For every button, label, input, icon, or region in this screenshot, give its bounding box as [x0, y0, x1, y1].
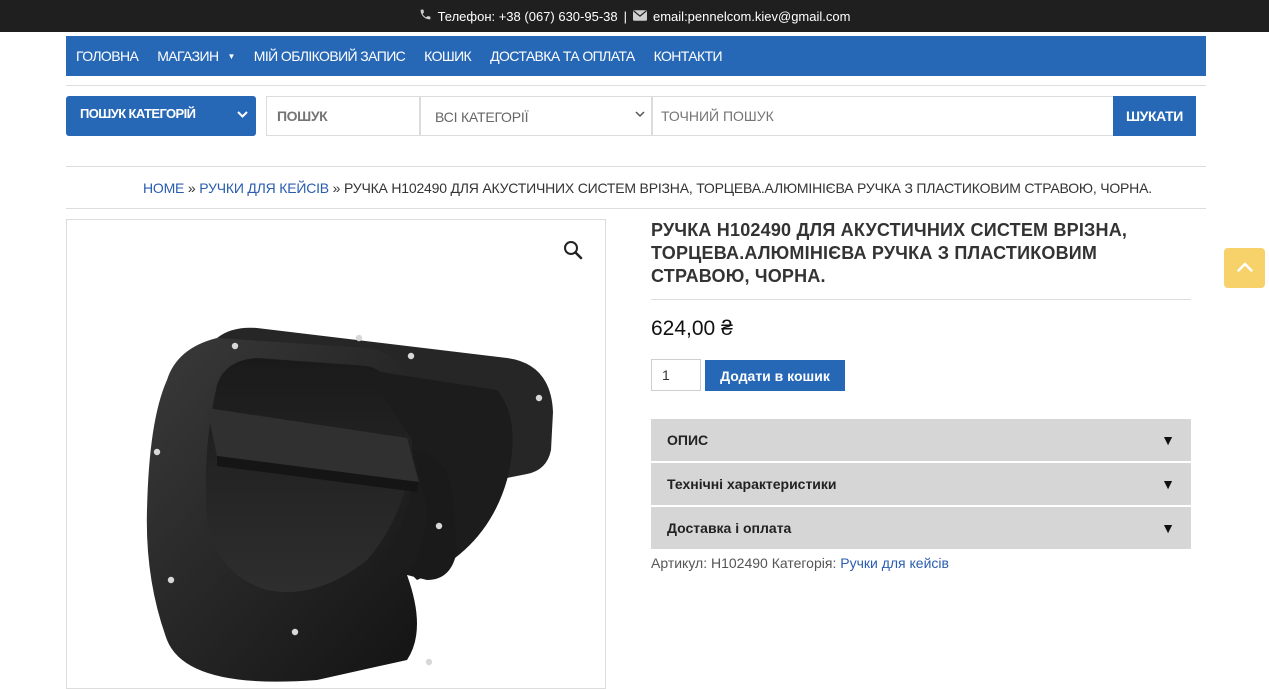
main-navigation: ГОЛОВНА МАГАЗИН ▼ МІЙ ОБЛІКОВИЙ ЗАПИС КОШ… — [66, 36, 1206, 76]
breadcrumb-category-link[interactable]: РУЧКИ ДЛЯ КЕЙСІВ — [199, 180, 329, 196]
triangle-down-icon: ▼ — [1161, 476, 1175, 492]
nav-item-label: ДОСТАВКА ТА ОПЛАТА — [490, 48, 635, 64]
nav-item-contacts[interactable]: КОНТАКТИ — [653, 48, 723, 64]
accordion-description[interactable]: ОПИС ▼ — [651, 419, 1191, 461]
chevron-down-icon — [237, 108, 248, 122]
accordion-delivery[interactable]: Доставка і оплата ▼ — [651, 507, 1191, 549]
breadcrumb-separator: » — [187, 180, 196, 196]
product-price: 624,00 ₴ — [651, 317, 733, 340]
contact-bar: Телефон: +38 (067) 630-95-38 | email:pen… — [0, 0, 1269, 32]
product-photo — [146, 327, 553, 682]
divider — [66, 85, 1206, 86]
product-title: РУЧКА H102490 ДЛЯ АКУСТИЧНИХ СИСТЕМ ВРІЗ… — [651, 220, 1128, 286]
breadcrumb-current: РУЧКА H102490 ДЛЯ АКУСТИЧНИХ СИСТЕМ ВРІЗ… — [343, 180, 1152, 196]
divider — [651, 299, 1191, 300]
category-select-value: ВСІ КАТЕГОРІЇ — [435, 109, 529, 125]
product-image-gallery[interactable] — [66, 219, 606, 689]
divider — [66, 208, 1206, 209]
back-to-top-button[interactable] — [1224, 248, 1265, 288]
nav-item-delivery[interactable]: ДОСТАВКА ТА ОПЛАТА — [490, 48, 635, 64]
nav-item-label: ГОЛОВНА — [76, 48, 139, 64]
category-search-button[interactable]: ПОШУК КАТЕГОРІЙ — [66, 96, 256, 136]
phone-text[interactable]: Телефон: +38 (067) 630-95-38 — [438, 9, 618, 24]
breadcrumb-home-link[interactable]: HOME — [143, 180, 184, 196]
quantity-input[interactable] — [651, 359, 701, 391]
nav-item-shop[interactable]: МАГАЗИН ▼ — [157, 48, 235, 64]
envelope-icon — [633, 9, 647, 24]
sku-value: H102490 — [710, 555, 768, 571]
nav-item-cart[interactable]: КОШИК — [424, 48, 472, 64]
add-to-cart-button[interactable]: Додати в кошик — [705, 360, 845, 391]
chevron-down-icon — [635, 110, 645, 121]
search-submit-button[interactable]: ШУКАТИ — [1113, 96, 1196, 136]
nav-item-label: КОШИК — [424, 48, 472, 64]
category-search-label: ПОШУК КАТЕГОРІЙ — [80, 106, 196, 121]
product-meta: Артикул: H102490 Категорія: Ручки для ке… — [651, 555, 949, 571]
exact-search-input[interactable] — [652, 96, 1114, 136]
nav-item-label: КОНТАКТИ — [653, 48, 723, 64]
triangle-down-icon: ▼ — [1161, 520, 1175, 536]
search-input[interactable] — [266, 96, 420, 136]
divider — [66, 166, 1206, 167]
category-link[interactable]: Ручки для кейсів — [840, 555, 949, 571]
magnifier-icon[interactable] — [563, 240, 583, 266]
contact-separator: | — [623, 8, 627, 24]
nav-item-account[interactable]: МІЙ ОБЛІКОВИЙ ЗАПИС — [253, 48, 406, 64]
chevron-up-icon — [1236, 259, 1253, 277]
caret-down-icon: ▼ — [227, 51, 235, 61]
category-label: Категорія: — [771, 555, 837, 571]
category-select[interactable]: ВСІ КАТЕГОРІЇ — [420, 96, 652, 136]
accordion-specs[interactable]: Технічні характеристики ▼ — [651, 463, 1191, 505]
breadcrumb-separator: » — [332, 180, 341, 196]
nav-item-label: МАГАЗИН — [157, 48, 219, 64]
accordion-label: ОПИС — [667, 432, 709, 448]
nav-item-home[interactable]: ГОЛОВНА — [76, 48, 139, 64]
email-text[interactable]: email:pennelcom.kiev@gmail.com — [653, 9, 850, 24]
nav-item-label: МІЙ ОБЛІКОВИЙ ЗАПИС — [253, 48, 406, 64]
breadcrumb: HOME » РУЧКИ ДЛЯ КЕЙСІВ » РУЧКА H102490 … — [143, 180, 1152, 196]
accordion-label: Технічні характеристики — [667, 476, 837, 492]
triangle-down-icon: ▼ — [1161, 432, 1175, 448]
phone-icon — [419, 8, 432, 24]
accordion-label: Доставка і оплата — [667, 520, 792, 536]
sku-label: Артикул: — [651, 555, 708, 571]
